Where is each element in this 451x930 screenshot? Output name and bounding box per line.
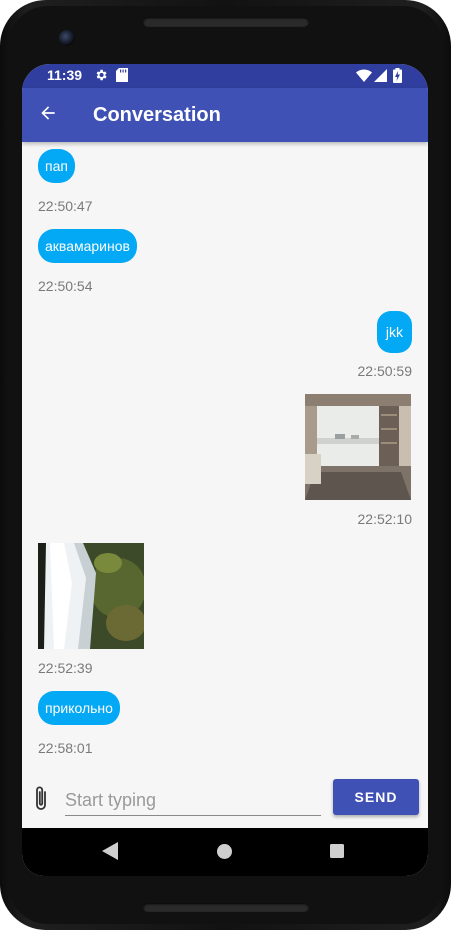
back-button[interactable] bbox=[32, 99, 64, 131]
wifi-icon bbox=[356, 69, 372, 87]
settings-gear-icon bbox=[94, 68, 108, 87]
room-window-photo[interactable] bbox=[305, 394, 411, 500]
cell-signal-icon bbox=[374, 69, 387, 87]
page-title: Conversation bbox=[93, 104, 221, 126]
screen: 11:39 Conversation пап 22:50:47 аквамари… bbox=[22, 64, 428, 876]
app-bar: Conversation bbox=[22, 88, 428, 142]
sent-message-bubble[interactable]: jkk bbox=[376, 311, 412, 353]
message-timestamp: 22:52:39 bbox=[38, 660, 93, 676]
message-timestamp: 22:50:54 bbox=[38, 278, 93, 294]
arrow-back-icon bbox=[38, 103, 58, 128]
send-button[interactable]: SEND bbox=[333, 779, 419, 815]
navigation-bar bbox=[22, 828, 428, 876]
top-speaker-grille bbox=[143, 17, 309, 27]
sd-card-icon bbox=[116, 68, 128, 87]
bottom-speaker-grille bbox=[143, 903, 309, 912]
battery-charging-icon bbox=[393, 68, 402, 88]
received-message-bubble[interactable]: прикольно bbox=[38, 691, 120, 725]
front-camera bbox=[59, 30, 75, 46]
message-composer: SEND bbox=[22, 768, 428, 828]
phone-frame: 11:39 Conversation пап 22:50:47 аквамари… bbox=[0, 0, 451, 930]
back-triangle-icon[interactable] bbox=[102, 842, 118, 865]
message-timestamp: 22:58:01 bbox=[38, 740, 93, 756]
home-circle-icon[interactable] bbox=[217, 844, 232, 864]
message-timestamp: 22:50:59 bbox=[357, 363, 413, 379]
paperclip-icon[interactable] bbox=[32, 785, 52, 813]
message-timestamp: 22:52:10 bbox=[357, 511, 413, 527]
recents-square-icon[interactable] bbox=[330, 844, 344, 863]
status-bar: 11:39 bbox=[22, 64, 428, 88]
received-message-bubble[interactable]: пап bbox=[38, 149, 75, 183]
message-list[interactable]: пап 22:50:47 аквамаринов 22:50:54 jkk 22… bbox=[22, 142, 428, 768]
message-input[interactable] bbox=[65, 785, 321, 816]
message-timestamp: 22:50:47 bbox=[38, 198, 93, 214]
status-time: 11:39 bbox=[47, 67, 83, 83]
received-message-bubble[interactable]: аквамаринов bbox=[38, 229, 137, 263]
waterfall-photo[interactable] bbox=[38, 543, 144, 649]
